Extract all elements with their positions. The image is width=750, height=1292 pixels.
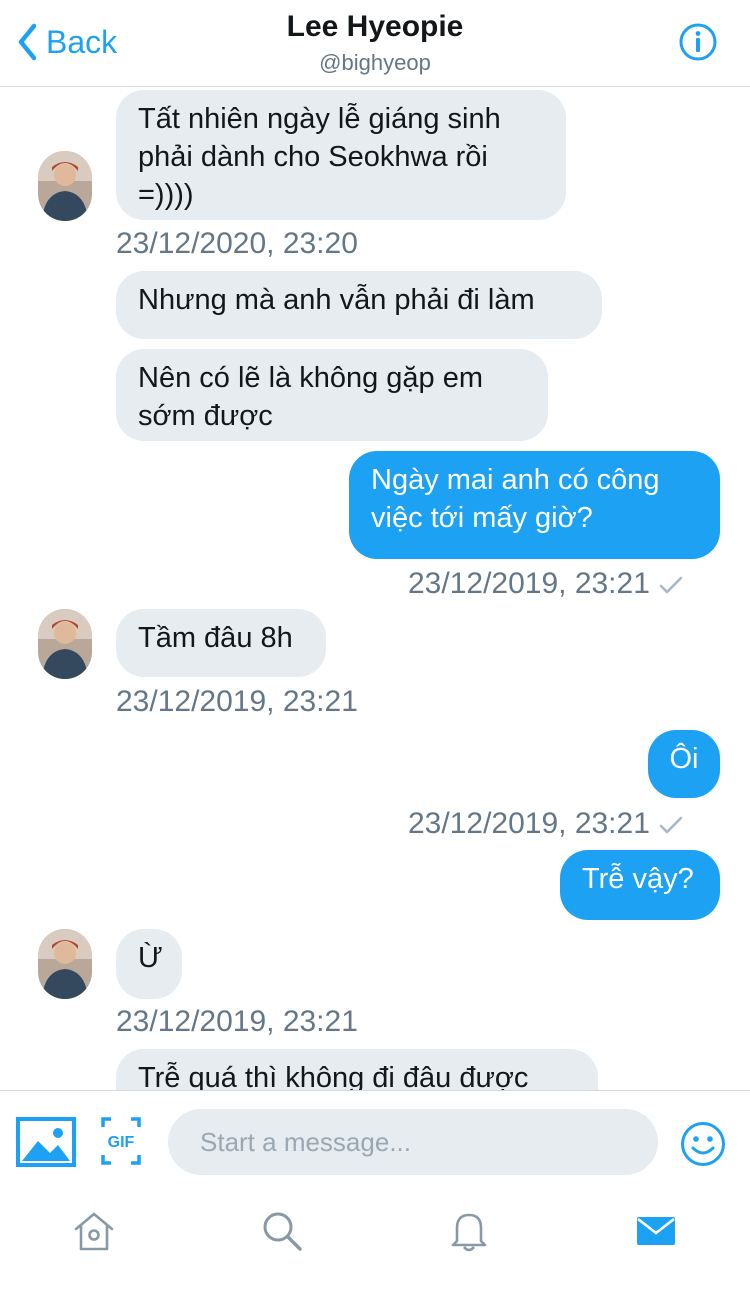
gif-button[interactable]: GIF [101, 1117, 141, 1165]
message-bubble[interactable]: Trễ vậy? [560, 850, 720, 920]
contact-handle[interactable]: @bighyeop [0, 50, 750, 76]
info-icon[interactable] [678, 22, 718, 62]
home-icon[interactable] [72, 1209, 116, 1253]
sent-check-icon [659, 576, 683, 594]
avatar-image [38, 609, 92, 679]
gif-label: GIF [108, 1134, 135, 1151]
message-bubble[interactable]: Nên có lẽ là không gặp em sớm được [116, 349, 548, 441]
message-bubble[interactable]: Ừ [116, 929, 182, 999]
message-timestamp: 23/12/2019, 23:21 [408, 807, 684, 841]
gif-icon: GIF [101, 1117, 141, 1165]
message-bubble[interactable]: Nhưng mà anh vẫn phải đi làm [116, 271, 602, 339]
emoji-icon[interactable] [680, 1121, 726, 1167]
message-composer: GIF [0, 1090, 750, 1192]
tab-bar [0, 1191, 750, 1292]
mail-icon[interactable] [634, 1209, 678, 1253]
avatar-image [38, 151, 92, 221]
avatar-image [38, 929, 92, 999]
message-timestamp: 23/12/2019, 23:21 [408, 567, 684, 601]
timestamp-text: 23/12/2019, 23:21 [408, 567, 650, 600]
sent-check-icon [659, 816, 683, 834]
contact-name[interactable]: Lee Hyeopie [0, 10, 750, 44]
bell-icon[interactable] [447, 1209, 491, 1253]
message-input[interactable] [168, 1109, 658, 1175]
conversation-header: Back Lee Hyeopie @bighyeop [0, 0, 750, 87]
avatar[interactable] [38, 151, 92, 221]
message-bubble[interactable]: Ngày mai anh có công việc tới mấy giờ? [349, 451, 720, 559]
message-bubble[interactable]: Tất nhiên ngày lễ giáng sinh phải dành c… [116, 90, 566, 220]
message-timestamp: 23/12/2019, 23:21 [116, 1005, 358, 1038]
message-bubble[interactable]: Trễ quá thì không đi đâu được [116, 1049, 598, 1090]
message-bubble[interactable]: Tầm đâu 8h [116, 609, 326, 677]
search-icon[interactable] [260, 1209, 304, 1253]
message-timestamp: 23/12/2020, 23:20 [116, 227, 358, 260]
timestamp-text: 23/12/2019, 23:21 [408, 807, 650, 840]
message-thread[interactable]: Tất nhiên ngày lễ giáng sinh phải dành c… [0, 87, 750, 1090]
message-timestamp: 23/12/2019, 23:21 [116, 685, 358, 718]
avatar[interactable] [38, 929, 92, 999]
image-icon[interactable] [16, 1117, 76, 1167]
message-bubble[interactable]: Ôi [648, 730, 720, 798]
avatar[interactable] [38, 609, 92, 679]
